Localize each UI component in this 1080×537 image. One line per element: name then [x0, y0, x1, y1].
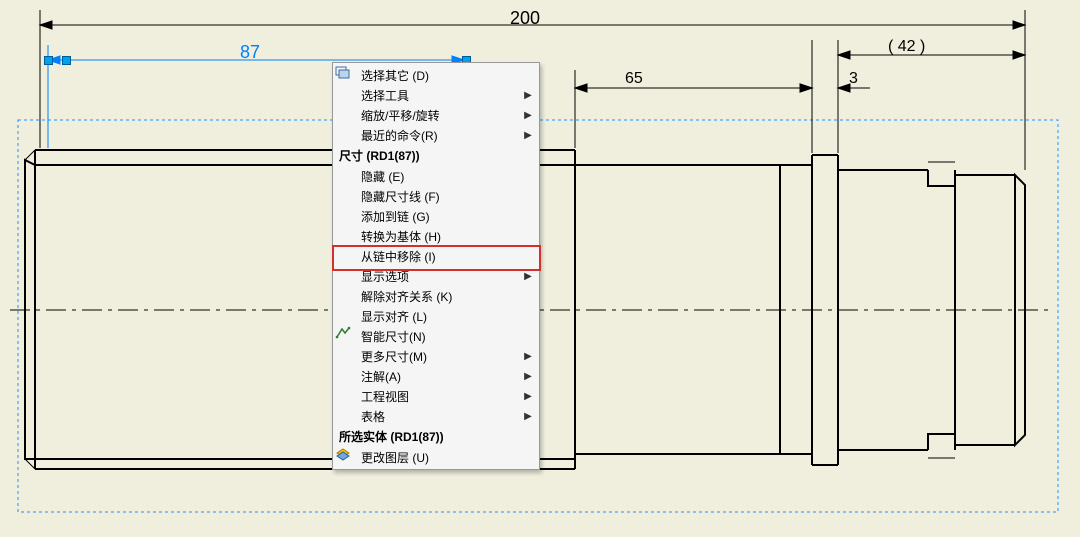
menu-label: 表格 [361, 408, 523, 425]
menu-change-layer[interactable]: 更改图层 (U) [335, 447, 537, 467]
submenu-arrow-icon: ▶ [523, 90, 533, 101]
blank-icon [339, 368, 357, 384]
menu-header-selected-entity: 所选实体 (RD1(87)) [335, 426, 537, 447]
menu-break-alignment[interactable]: 解除对齐关系 (K) [335, 286, 537, 306]
select-other-icon [339, 67, 357, 83]
menu-label: 选择其它 (D) [361, 67, 537, 84]
part-drawing [0, 0, 1080, 537]
menu-smart-dimension[interactable]: 智能尺寸(N) [335, 326, 537, 346]
menu-label: 最近的命令(R) [361, 127, 523, 144]
context-menu: 选择其它 (D) 选择工具 ▶ 缩放/平移/旋转 ▶ 最近的命令(R) ▶ 尺寸… [332, 62, 540, 470]
menu-select-other[interactable]: 选择其它 (D) [335, 65, 537, 85]
menu-label: 显示选项 [361, 268, 523, 285]
dim-handle[interactable] [44, 56, 53, 65]
submenu-arrow-icon: ▶ [523, 351, 533, 362]
blank-icon [339, 248, 357, 264]
menu-label: 隐藏 (E) [361, 168, 537, 185]
dim-65[interactable]: 65 [625, 70, 643, 88]
menu-label: 添加到链 (G) [361, 208, 537, 225]
blank-icon [339, 127, 357, 143]
blank-icon [339, 288, 357, 304]
submenu-arrow-icon: ▶ [523, 271, 533, 282]
menu-label: 注解(A) [361, 368, 523, 385]
submenu-arrow-icon: ▶ [523, 371, 533, 382]
menu-label: 工程视图 [361, 388, 523, 405]
menu-display-options[interactable]: 显示选项 ▶ [335, 266, 537, 286]
menu-annotations[interactable]: 注解(A) ▶ [335, 366, 537, 386]
menu-show-alignment[interactable]: 显示对齐 (L) [335, 306, 537, 326]
menu-drawing-views[interactable]: 工程视图 ▶ [335, 386, 537, 406]
menu-label: 智能尺寸(N) [361, 328, 537, 345]
menu-remove-from-chain[interactable]: 从链中移除 (I) [335, 246, 537, 266]
submenu-arrow-icon: ▶ [523, 130, 533, 141]
submenu-arrow-icon: ▶ [523, 391, 533, 402]
blank-icon [339, 107, 357, 123]
dim-200[interactable]: 200 [510, 8, 540, 29]
menu-recent-commands[interactable]: 最近的命令(R) ▶ [335, 125, 537, 145]
menu-tables[interactable]: 表格 ▶ [335, 406, 537, 426]
menu-label: 解除对齐关系 (K) [361, 288, 537, 305]
menu-more-dimensions[interactable]: 更多尺寸(M) ▶ [335, 346, 537, 366]
blank-icon [339, 208, 357, 224]
dim-3[interactable]: 3 [849, 70, 858, 88]
menu-add-to-chain[interactable]: 添加到链 (G) [335, 206, 537, 226]
blank-icon [339, 388, 357, 404]
menu-label: 从链中移除 (I) [361, 248, 537, 265]
menu-select-tools[interactable]: 选择工具 ▶ [335, 85, 537, 105]
smart-dimension-icon [339, 328, 357, 344]
dim-handle[interactable] [62, 56, 71, 65]
menu-label: 更改图层 (U) [361, 449, 537, 466]
menu-header-dimension: 尺寸 (RD1(87)) [335, 145, 537, 166]
blank-icon [339, 168, 357, 184]
menu-label: 缩放/平移/旋转 [361, 107, 523, 124]
submenu-arrow-icon: ▶ [523, 411, 533, 422]
dim-87[interactable]: 87 [240, 42, 260, 63]
blank-icon [339, 308, 357, 324]
menu-hide-dim-line[interactable]: 隐藏尺寸线 (F) [335, 186, 537, 206]
menu-hide[interactable]: 隐藏 (E) [335, 166, 537, 186]
menu-label: 转换为基体 (H) [361, 228, 537, 245]
drawing-canvas[interactable]: 200 87 65 ( 42 ) 3 [0, 0, 1080, 537]
menu-label: 选择工具 [361, 87, 523, 104]
blank-icon [339, 348, 357, 364]
menu-label: 显示对齐 (L) [361, 308, 537, 325]
menu-label: 更多尺寸(M) [361, 348, 523, 365]
menu-label: 隐藏尺寸线 (F) [361, 188, 537, 205]
blank-icon [339, 408, 357, 424]
blank-icon [339, 188, 357, 204]
blank-icon [339, 268, 357, 284]
layer-icon [339, 449, 357, 465]
dim-42[interactable]: ( 42 ) [888, 38, 925, 56]
menu-convert-to-base[interactable]: 转换为基体 (H) [335, 226, 537, 246]
submenu-arrow-icon: ▶ [523, 110, 533, 121]
blank-icon [339, 228, 357, 244]
blank-icon [339, 87, 357, 103]
menu-zoom-pan-rotate[interactable]: 缩放/平移/旋转 ▶ [335, 105, 537, 125]
